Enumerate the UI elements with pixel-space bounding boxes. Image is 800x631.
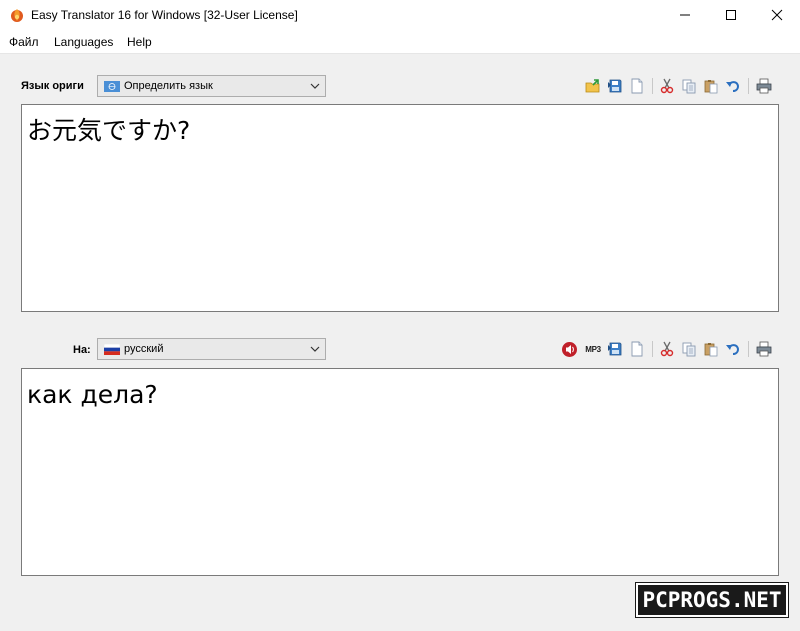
mp3-icon: MP3 [585, 344, 601, 354]
toolbar-separator [748, 341, 749, 357]
maximize-icon [726, 10, 736, 20]
target-language-label: На: [73, 344, 91, 356]
menu-help[interactable]: Help [127, 35, 152, 49]
save-icon [608, 342, 622, 356]
chevron-down-icon [310, 83, 320, 89]
new-button[interactable] [628, 76, 646, 96]
mp3-button[interactable]: MP3 [582, 339, 604, 359]
un-flag-icon [104, 81, 120, 92]
menu-bar: Файл Languages Help [0, 31, 800, 52]
cut-icon [660, 341, 674, 357]
save-button[interactable] [606, 76, 624, 96]
copy-button[interactable] [680, 339, 698, 359]
title-bar[interactable]: Easy Translator 16 for Windows [32-User … [0, 0, 800, 30]
watermark-text: PCPROGS.NET [642, 588, 782, 612]
cut-button[interactable] [658, 339, 676, 359]
speak-icon [561, 341, 577, 357]
open-icon [585, 79, 600, 93]
close-button[interactable] [754, 0, 800, 30]
source-language-select[interactable]: Определить язык [97, 75, 326, 97]
new-icon [631, 341, 643, 357]
save-button[interactable] [606, 339, 624, 359]
new-button[interactable] [628, 339, 646, 359]
toolbar-separator [652, 78, 653, 94]
undo-button[interactable] [724, 339, 742, 359]
menu-file[interactable]: Файл [9, 35, 39, 49]
target-language-value: русский [124, 343, 164, 355]
chevron-down-icon [310, 346, 320, 352]
copy-button[interactable] [680, 76, 698, 96]
toolbar-separator [748, 78, 749, 94]
paste-icon [704, 343, 718, 357]
paste-button[interactable] [702, 76, 720, 96]
close-icon [771, 9, 783, 21]
print-button[interactable] [755, 339, 773, 359]
undo-icon [726, 81, 740, 92]
app-icon [11, 9, 23, 22]
print-icon [756, 78, 772, 94]
client-area: Язык ориги Определить язык お元気ですか? На: р… [0, 53, 800, 631]
source-language-label: Язык ориги [21, 80, 84, 92]
new-icon [631, 78, 643, 94]
toolbar-separator [652, 341, 653, 357]
paste-icon [704, 80, 718, 94]
source-toolbar [584, 76, 780, 98]
source-text-area[interactable]: お元気ですか? [21, 104, 779, 312]
source-language-value: Определить язык [124, 80, 213, 92]
save-icon [608, 79, 622, 93]
print-icon [756, 341, 772, 357]
target-language-select[interactable]: русский [97, 338, 326, 360]
open-button[interactable] [584, 76, 602, 96]
russia-flag-icon [104, 344, 120, 355]
target-text-area[interactable]: как дела? [21, 368, 779, 576]
window-title: Easy Translator 16 for Windows [32-User … [31, 8, 298, 22]
copy-icon [682, 342, 696, 357]
speak-button[interactable] [560, 339, 578, 359]
maximize-button[interactable] [708, 0, 754, 30]
cut-icon [660, 78, 674, 94]
cut-button[interactable] [658, 76, 676, 96]
target-toolbar: MP3 [560, 339, 780, 361]
minimize-button[interactable] [662, 0, 708, 30]
menu-languages[interactable]: Languages [54, 35, 113, 49]
copy-icon [682, 79, 696, 94]
minimize-icon [680, 14, 690, 16]
paste-button[interactable] [702, 339, 720, 359]
print-button[interactable] [755, 76, 773, 96]
undo-icon [726, 344, 740, 355]
watermark-logo: PCPROGS.NET [636, 583, 788, 617]
undo-button[interactable] [724, 76, 742, 96]
